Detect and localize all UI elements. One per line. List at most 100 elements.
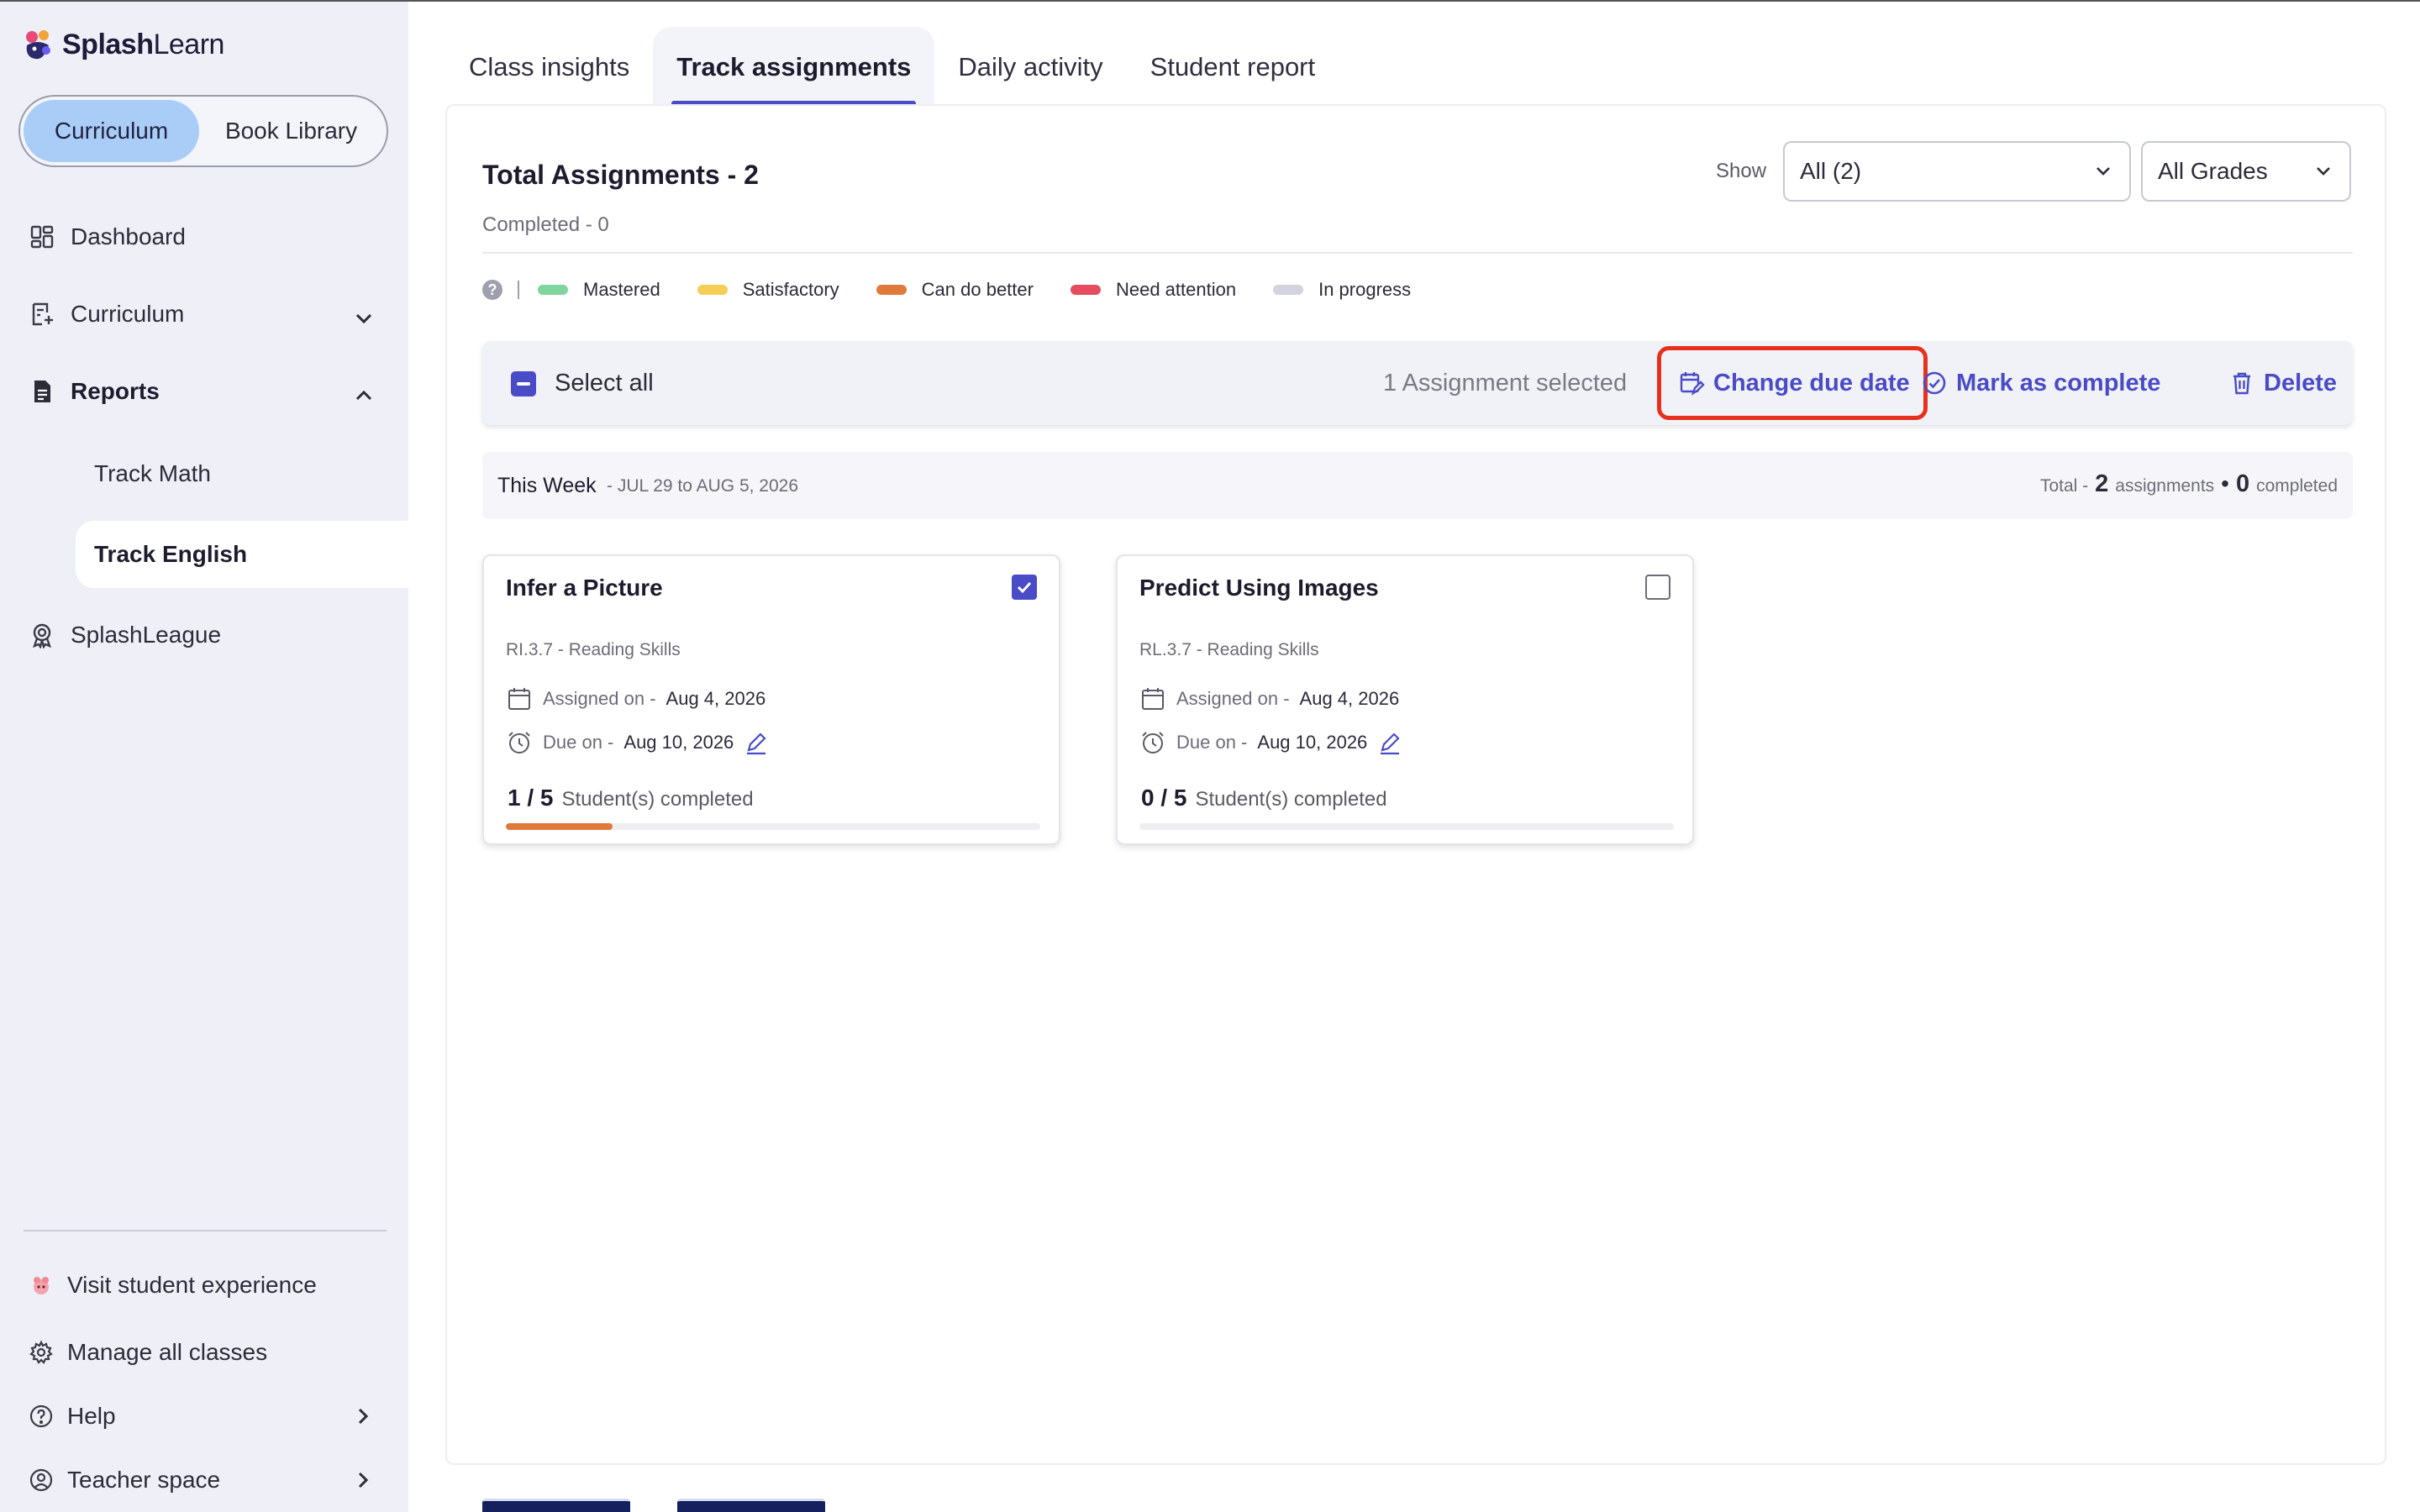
- chevron-down-icon: [2317, 167, 2330, 176]
- assignment-standard: RI.3.7 - Reading Skills: [506, 640, 681, 659]
- tab-daily-activity[interactable]: Daily activity: [934, 27, 1126, 108]
- bulk-action-bar: Select all 1 Assignment selected Change …: [482, 341, 2353, 425]
- tab-track-assignments[interactable]: Track assignments: [653, 27, 935, 108]
- calendar-edit-icon: [1680, 372, 1705, 396]
- selected-count: 1 Assignment selected: [1383, 370, 1628, 396]
- check-circle-icon: [1923, 371, 1946, 395]
- alarm-clock-icon: [508, 732, 530, 753]
- chevron-right-icon[interactable]: [351, 1404, 375, 1428]
- student-experience-icon: [34, 1277, 49, 1294]
- sidebar-divider: [24, 1230, 387, 1231]
- completion-text: 1 / 5 Student(s) completed: [508, 785, 754, 811]
- help-icon: [29, 1404, 53, 1428]
- assignment-checkbox[interactable]: [1012, 575, 1037, 600]
- delete-label: Delete: [2264, 369, 2338, 396]
- progress-fill: [506, 823, 613, 830]
- completion-progress-bar: [1139, 823, 1674, 830]
- curriculum-icon: [32, 302, 53, 326]
- visit-student-experience-link[interactable]: Visit student experience: [29, 1272, 317, 1299]
- sidebar-item-curriculum[interactable]: Curriculum: [29, 301, 381, 328]
- assignment-standard: RL.3.7 - Reading Skills: [1139, 640, 1319, 659]
- legend-item-can-do-better: Can do better: [876, 279, 1034, 301]
- due-on-row: Due on - Aug 10, 2026: [506, 729, 769, 756]
- change-due-date-label: Change due date: [1713, 369, 1910, 396]
- mark-as-complete-label: Mark as complete: [1956, 369, 2161, 396]
- indeterminate-checkbox-icon: [511, 370, 536, 396]
- legend-swatch: [876, 285, 907, 295]
- thumbnail-image: [677, 1499, 825, 1512]
- assigned-on-row: Assigned on - Aug 4, 2026: [1139, 685, 1399, 712]
- footer-item-label: Visit student experience: [67, 1272, 317, 1298]
- tab-student-report[interactable]: Student report: [1127, 27, 1339, 108]
- assignment-card[interactable]: Predict Using Images RL.3.7 - Reading Sk…: [1116, 554, 1694, 845]
- teacher-icon: [29, 1468, 53, 1492]
- chevron-down-icon: [2096, 167, 2110, 176]
- assignment-title: Predict Using Images: [1139, 575, 1379, 601]
- select-all-label: Select all: [555, 370, 654, 396]
- gear-icon: [29, 1340, 53, 1364]
- alarm-clock-icon: [1142, 732, 1164, 753]
- completed-count: Completed - 0: [482, 213, 609, 236]
- sidebar-item-label: Dashboard: [71, 223, 186, 249]
- grade-filter-value: All Grades: [2158, 158, 2268, 184]
- sidebar-item-splashleague[interactable]: SplashLeague: [29, 622, 381, 648]
- select-all-checkbox[interactable]: Select all: [511, 370, 654, 397]
- curriculum-library-toggle: Curriculum Book Library: [18, 95, 388, 167]
- assignment-card[interactable]: Infer a Picture RI.3.7 - Reading Skills …: [482, 554, 1060, 845]
- week-summary: Total - 2 assignments • 0 completed: [2039, 470, 2338, 497]
- footer-item-label: Help: [67, 1403, 116, 1429]
- change-due-date-button[interactable]: Change due date: [1657, 346, 1928, 420]
- legend-item-mastered: Mastered: [538, 279, 660, 301]
- legend: ? Mastered Satisfactory Can do better Ne…: [482, 279, 1448, 301]
- chevron-up-icon[interactable]: [351, 383, 376, 408]
- sidebar-item-reports[interactable]: Reports: [29, 378, 381, 405]
- checkmark-icon: [1017, 581, 1032, 594]
- edit-pencil-icon[interactable]: [744, 730, 769, 755]
- sidebar-item-label: Reports: [71, 378, 160, 404]
- status-filter-select[interactable]: All (2): [1783, 141, 2131, 202]
- assigned-on-row: Assigned on - Aug 4, 2026: [506, 685, 765, 712]
- splashleague-icon: [33, 623, 51, 648]
- sidebar: SplashLearn Curriculum Book Library Dash…: [0, 2, 408, 1512]
- dashboard-icon: [30, 225, 54, 249]
- logo-text: SplashLearn: [62, 28, 224, 60]
- splashlearn-logo-icon: [18, 25, 57, 64]
- footer-item-label: Teacher space: [67, 1467, 221, 1493]
- legend-swatch: [697, 285, 728, 295]
- mark-as-complete-button[interactable]: Mark as complete: [1921, 360, 2160, 407]
- edit-pencil-icon[interactable]: [1377, 730, 1402, 755]
- chevron-down-icon[interactable]: [351, 306, 376, 331]
- thumbnail-image: [482, 1499, 630, 1512]
- total-assignments-title: Total Assignments - 2: [482, 160, 759, 190]
- delete-button[interactable]: Delete: [2228, 360, 2337, 407]
- splashlearn-logo[interactable]: SplashLearn: [18, 25, 224, 64]
- completion-progress-bar: [506, 823, 1040, 830]
- show-label: Show: [1716, 160, 1767, 182]
- header-divider: [482, 252, 2353, 254]
- assignment-checkbox[interactable]: [1645, 575, 1670, 600]
- sidebar-item-label: Curriculum: [71, 301, 185, 327]
- tab-class-insights[interactable]: Class insights: [445, 27, 653, 108]
- sidebar-item-label: SplashLeague: [71, 622, 222, 648]
- manage-all-classes-link[interactable]: Manage all classes: [29, 1339, 267, 1366]
- grade-filter-select[interactable]: All Grades: [2141, 141, 2351, 202]
- sidebar-item-dashboard[interactable]: Dashboard: [29, 223, 381, 250]
- chevron-right-icon[interactable]: [351, 1468, 375, 1492]
- calendar-icon: [508, 688, 530, 710]
- segment-curriculum[interactable]: Curriculum: [24, 100, 200, 162]
- calendar-icon: [1142, 688, 1164, 710]
- help-link[interactable]: Help: [29, 1403, 381, 1430]
- week-group-header: This Week - JUL 29 to AUG 5, 2026 Total …: [482, 452, 2353, 519]
- legend-item-in-progress: In progress: [1273, 279, 1411, 301]
- footer-item-label: Manage all classes: [67, 1339, 268, 1365]
- assignments-panel: Total Assignments - 2 Completed - 0 Show…: [445, 104, 2386, 1465]
- due-on-row: Due on - Aug 10, 2026: [1139, 729, 1402, 756]
- sidebar-subitem-track-math[interactable]: Track Math: [76, 440, 408, 507]
- segment-book-library[interactable]: Book Library: [199, 100, 383, 162]
- completion-text: 0 / 5 Student(s) completed: [1141, 785, 1387, 811]
- legend-item-satisfactory: Satisfactory: [697, 279, 839, 301]
- help-icon[interactable]: ?: [482, 280, 502, 300]
- teacher-space-link[interactable]: Teacher space: [29, 1467, 381, 1494]
- sidebar-subitem-track-english[interactable]: Track English: [76, 521, 408, 588]
- status-filter-value: All (2): [1800, 158, 1862, 184]
